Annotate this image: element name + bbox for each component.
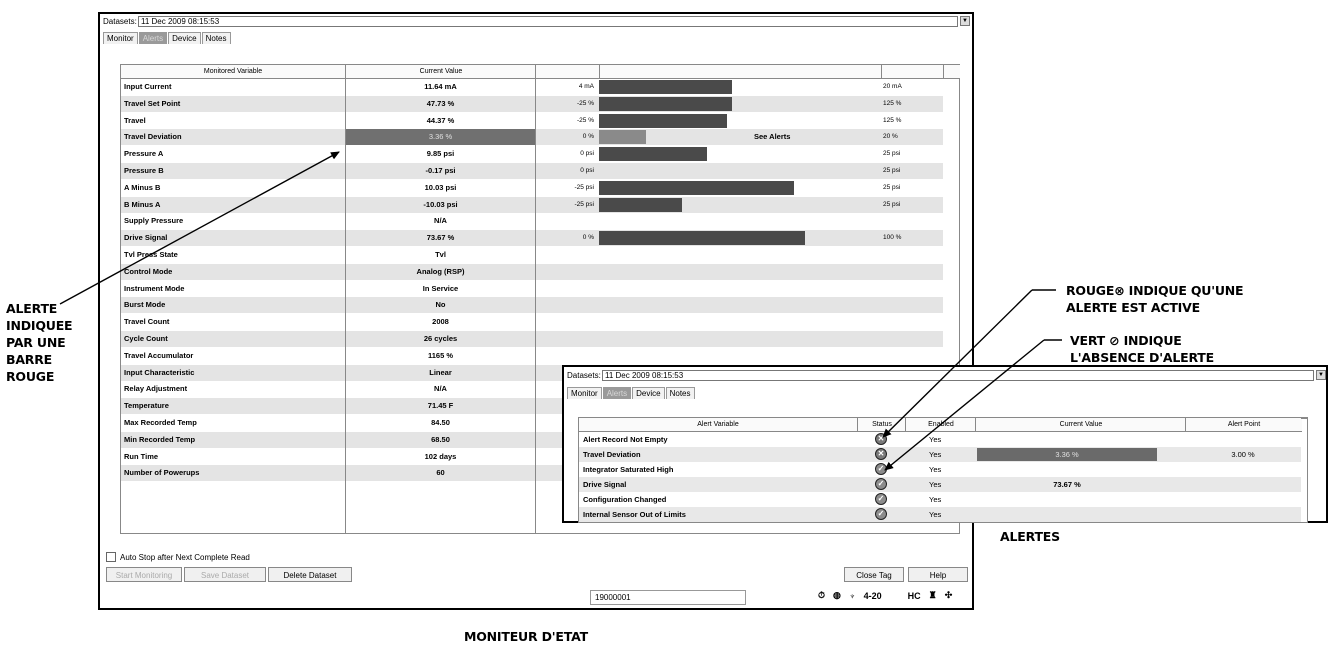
- arrow-green-status: [884, 339, 1045, 471]
- arrow-red-status: [882, 289, 1033, 438]
- arrow-alert-bar: [59, 151, 340, 305]
- annotation-arrows: [59, 151, 1062, 471]
